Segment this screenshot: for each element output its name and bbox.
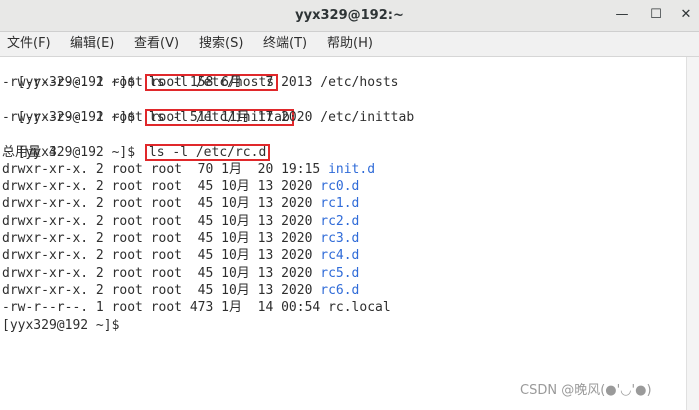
menu-bar: 文件(F) 编辑(E) 查看(V) 搜索(S) 终端(T) 帮助(H) [0, 32, 699, 57]
directory-name: rc1.d [320, 196, 360, 211]
terminal-line-cmd3: [yyx329@192 ~]$ ls -l /etc/rc.d [2, 127, 271, 161]
window-title: yyx329@192:~ [295, 8, 404, 23]
listing-row: drwxr-xr-x. 2 root root 45 10月 13 2020 r… [2, 195, 359, 212]
terminal-line-cmd1: [yyx329@192 ~]$ ls -l /etc/hosts [2, 57, 279, 91]
listing-row: -rw-r--r--. 1 root root 473 1月 14 00:54 … [2, 299, 391, 316]
menu-search[interactable]: 搜索(S) [199, 34, 243, 54]
directory-name: rc4.d [320, 248, 360, 263]
directory-name: rc5.d [320, 266, 360, 281]
menu-help[interactable]: 帮助(H) [327, 34, 373, 54]
listing-row: drwxr-xr-x. 2 root root 45 10月 13 2020 r… [2, 178, 359, 195]
listing-meta: drwxr-xr-x. 2 root root 45 10月 13 2020 [2, 283, 321, 298]
maximize-button[interactable]: ☐ [646, 5, 666, 25]
terminal-output: -rw-r--r--. 1 root root 158 6月 7 2013 /e… [2, 75, 399, 90]
listing-row: drwxr-xr-x. 2 root root 45 10月 13 2020 r… [2, 247, 359, 264]
directory-name: rc0.d [320, 179, 360, 194]
menu-view[interactable]: 查看(V) [134, 34, 179, 54]
listing-row: drwxr-xr-x. 2 root root 45 10月 13 2020 r… [2, 213, 359, 230]
directory-name: rc3.d [320, 231, 360, 246]
listing-meta: -rw-r--r--. 1 root root 473 1月 14 00:54 [2, 300, 329, 315]
minimize-button[interactable]: — [612, 5, 632, 25]
listing-meta: drwxr-xr-x. 2 root root 45 10月 13 2020 [2, 266, 321, 281]
listing-row: drwxr-xr-x. 2 root root 45 10月 13 2020 r… [2, 265, 359, 282]
terminal-final-prompt: [yyx329@192 ~]$ [2, 318, 120, 333]
listing-meta: drwxr-xr-x. 2 root root 45 10月 13 2020 [2, 196, 321, 211]
file-name: rc.local [328, 300, 391, 315]
menu-file[interactable]: 文件(F) [7, 34, 51, 54]
terminal-total: 总用量 4 [2, 145, 57, 160]
menu-edit[interactable]: 编辑(E) [70, 34, 114, 54]
listing-meta: drwxr-xr-x. 2 root root 45 10月 13 2020 [2, 248, 321, 263]
directory-name: rc6.d [320, 283, 360, 298]
directory-name: init.d [328, 162, 376, 177]
title-bar: yyx329@192:~ — ☐ ✕ [0, 0, 699, 32]
terminal-line-cmd2: [yyx329@192 ~]$ ls -l /etc/inittab [2, 92, 294, 126]
menu-terminal[interactable]: 终端(T) [263, 34, 307, 54]
listing-meta: drwxr-xr-x. 2 root root 45 10月 13 2020 [2, 179, 321, 194]
scrollbar[interactable] [686, 57, 699, 410]
watermark: CSDN @晚风(●'◡'●) [520, 383, 652, 398]
command-highlight: ls -l /etc/rc.d [144, 144, 271, 161]
listing-meta: drwxr-xr-x. 2 root root 70 1月 20 19:15 [2, 162, 329, 177]
listing-row: drwxr-xr-x. 2 root root 70 1月 20 19:15 i… [2, 161, 375, 178]
listing-row: drwxr-xr-x. 2 root root 45 10月 13 2020 r… [2, 230, 359, 247]
close-button[interactable]: ✕ [676, 5, 696, 25]
listing-meta: drwxr-xr-x. 2 root root 45 10月 13 2020 [2, 231, 321, 246]
directory-name: rc2.d [320, 214, 360, 229]
terminal-output: -rw-r--r--. 1 root root 511 11月 17 2020 … [2, 110, 415, 125]
listing-row: drwxr-xr-x. 2 root root 45 10月 13 2020 r… [2, 282, 359, 299]
listing-meta: drwxr-xr-x. 2 root root 45 10月 13 2020 [2, 214, 321, 229]
